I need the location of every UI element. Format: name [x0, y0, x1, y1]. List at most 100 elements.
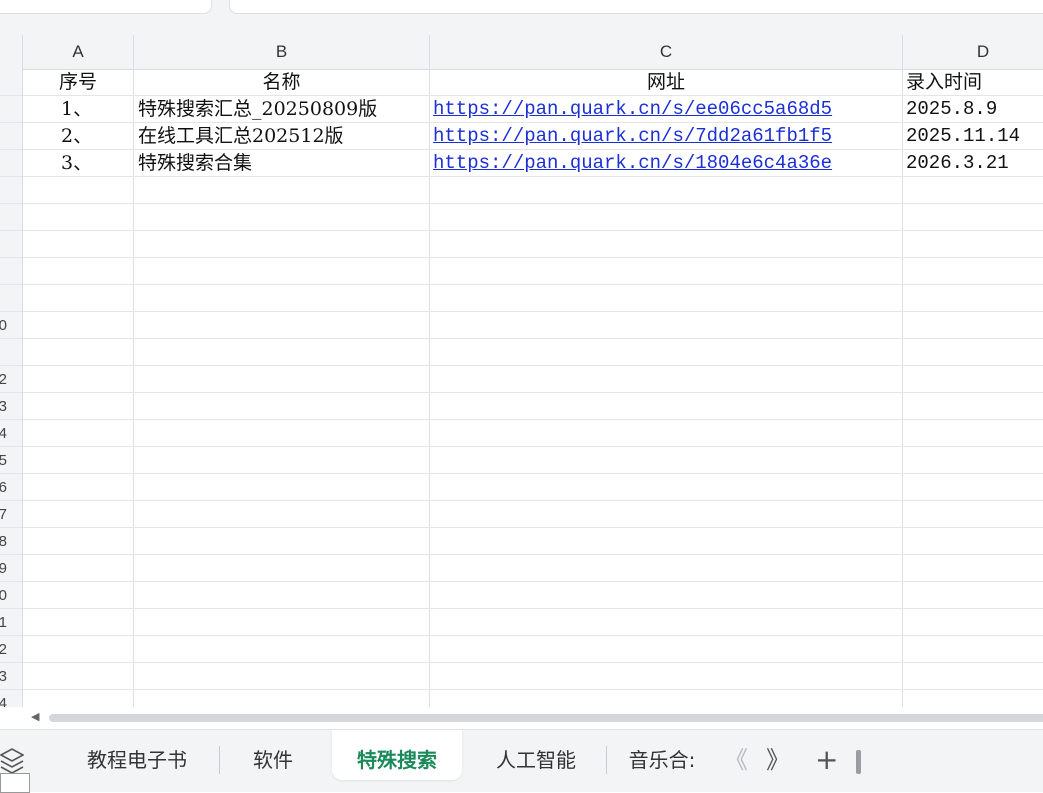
row-number: 4 — [0, 690, 7, 707]
row-number: 4 — [0, 420, 7, 447]
row-gridline — [23, 392, 1043, 393]
row-header[interactable] — [0, 123, 22, 150]
row-header[interactable]: 5 — [0, 447, 22, 474]
horizontal-scrollbar[interactable]: ◀ — [23, 707, 1043, 729]
cell-d1[interactable]: 录入时间 — [906, 69, 1043, 96]
row-header[interactable] — [0, 150, 22, 177]
row-gridline — [23, 203, 1043, 204]
cell-b2[interactable]: 特殊搜索汇总_20250809版 — [138, 96, 429, 123]
row-gridline — [23, 257, 1043, 258]
cell-c4-link[interactable]: https://pan.quark.cn/s/1804e6c4a36e — [433, 150, 901, 177]
cell-a4[interactable]: 3、 — [61, 150, 133, 177]
row-header[interactable]: 2 — [0, 636, 22, 663]
formula-bar[interactable] — [229, 0, 1043, 14]
name-box[interactable] — [0, 0, 212, 14]
spreadsheet-grid: A B C D 02345678901234 序号 名称 网址 录入时间 1、 … — [0, 35, 1043, 707]
column-header-c[interactable]: C — [430, 35, 903, 69]
row-gridline — [23, 500, 1043, 501]
sheet-list-icon[interactable] — [0, 746, 24, 776]
row-gridline — [23, 554, 1043, 555]
row-gridline — [23, 446, 1043, 447]
row-header[interactable]: 2 — [0, 366, 22, 393]
row-gridline — [23, 419, 1043, 420]
row-header[interactable]: 0 — [0, 312, 22, 339]
sheet-tab-bar: 教程电子书 软件 特殊搜索 人工智能 音乐合: 《 》 + — [0, 729, 1043, 792]
row-header[interactable]: 8 — [0, 528, 22, 555]
row-gridline — [23, 662, 1043, 663]
row-gridline — [23, 473, 1043, 474]
row-header[interactable]: 7 — [0, 501, 22, 528]
row-gridline — [23, 608, 1043, 609]
tab-splitter-handle[interactable] — [856, 750, 861, 774]
row-number: 2 — [0, 366, 7, 393]
row-header[interactable] — [0, 258, 22, 285]
row-number: 9 — [0, 555, 7, 582]
row-gridline — [23, 230, 1043, 231]
select-all-corner[interactable] — [0, 35, 23, 69]
column-header-b[interactable]: B — [134, 35, 430, 69]
row-gridline — [23, 635, 1043, 636]
row-header[interactable] — [0, 285, 22, 312]
cell-c2-link[interactable]: https://pan.quark.cn/s/ee06cc5a68d5 — [433, 96, 901, 123]
row-gridline — [23, 365, 1043, 366]
row-header[interactable]: 3 — [0, 663, 22, 690]
cell-area[interactable]: 序号 名称 网址 录入时间 1、 特殊搜索汇总_20250809版 https:… — [23, 69, 1043, 707]
row-header[interactable] — [0, 231, 22, 258]
row-header[interactable]: 6 — [0, 474, 22, 501]
row-number: 0 — [0, 582, 7, 609]
column-header-a[interactable]: A — [23, 35, 134, 69]
row-number: 7 — [0, 501, 7, 528]
row-number: 8 — [0, 528, 7, 555]
cell-d4[interactable]: 2026.3.21 — [906, 150, 1043, 177]
prev-sheet-icon[interactable]: 《 — [724, 748, 748, 772]
row-header[interactable]: 9 — [0, 555, 22, 582]
cell-b3[interactable]: 在线工具汇总202512版 — [138, 123, 429, 150]
row-gridline — [23, 311, 1043, 312]
cell-c3-link[interactable]: https://pan.quark.cn/s/7dd2a61fb1f5 — [433, 123, 901, 150]
sheet-tab-music[interactable]: 音乐合: — [624, 730, 700, 780]
sheet-tab-ai[interactable]: 人工智能 — [478, 730, 594, 780]
row-gridline — [23, 149, 1043, 150]
row-header[interactable] — [0, 177, 22, 204]
cell-b1[interactable]: 名称 — [134, 69, 429, 96]
cell-c1[interactable]: 网址 — [430, 69, 902, 96]
row-header[interactable] — [0, 96, 22, 123]
row-gridline — [23, 527, 1043, 528]
scroll-left-icon[interactable]: ◀ — [31, 710, 39, 723]
sheet-tab-special-search[interactable]: 特殊搜索 — [332, 730, 462, 780]
row-gridline — [23, 176, 1043, 177]
row-header[interactable]: 3 — [0, 393, 22, 420]
cell-d3[interactable]: 2025.11.14 — [906, 123, 1043, 150]
row-header-bar: 02345678901234 — [0, 69, 23, 707]
toolbar-strip — [0, 0, 1043, 35]
scrollbar-thumb[interactable] — [49, 714, 1043, 722]
row-number: 5 — [0, 447, 7, 474]
row-gridline — [23, 95, 1043, 96]
add-sheet-icon[interactable]: + — [815, 746, 838, 774]
row-number: 0 — [0, 312, 7, 339]
row-gridline — [23, 284, 1043, 285]
row-number: 2 — [0, 636, 7, 663]
sheet-tab-ebooks[interactable]: 教程电子书 — [72, 730, 202, 780]
row-header[interactable]: 4 — [0, 420, 22, 447]
row-header[interactable] — [0, 204, 22, 231]
corner-widget — [0, 773, 30, 793]
row-header[interactable] — [0, 69, 22, 96]
row-number: 3 — [0, 393, 7, 420]
row-header[interactable]: 0 — [0, 582, 22, 609]
row-gridline — [23, 581, 1043, 582]
row-header[interactable]: 1 — [0, 609, 22, 636]
row-number: 6 — [0, 474, 7, 501]
sheet-tab-software[interactable]: 软件 — [232, 730, 314, 780]
row-gridline — [23, 338, 1043, 339]
row-header[interactable] — [0, 339, 22, 366]
cell-a3[interactable]: 2、 — [61, 123, 133, 150]
next-sheet-icon[interactable]: 》 — [766, 748, 790, 772]
cell-b4[interactable]: 特殊搜索合集 — [138, 150, 429, 177]
row-header[interactable]: 4 — [0, 690, 22, 707]
cell-a2[interactable]: 1、 — [61, 96, 133, 123]
column-header-d[interactable]: D — [903, 35, 1043, 69]
column-header-bar: A B C D — [0, 35, 1043, 70]
cell-a1[interactable]: 序号 — [23, 69, 133, 96]
cell-d2[interactable]: 2025.8.9 — [906, 96, 1043, 123]
